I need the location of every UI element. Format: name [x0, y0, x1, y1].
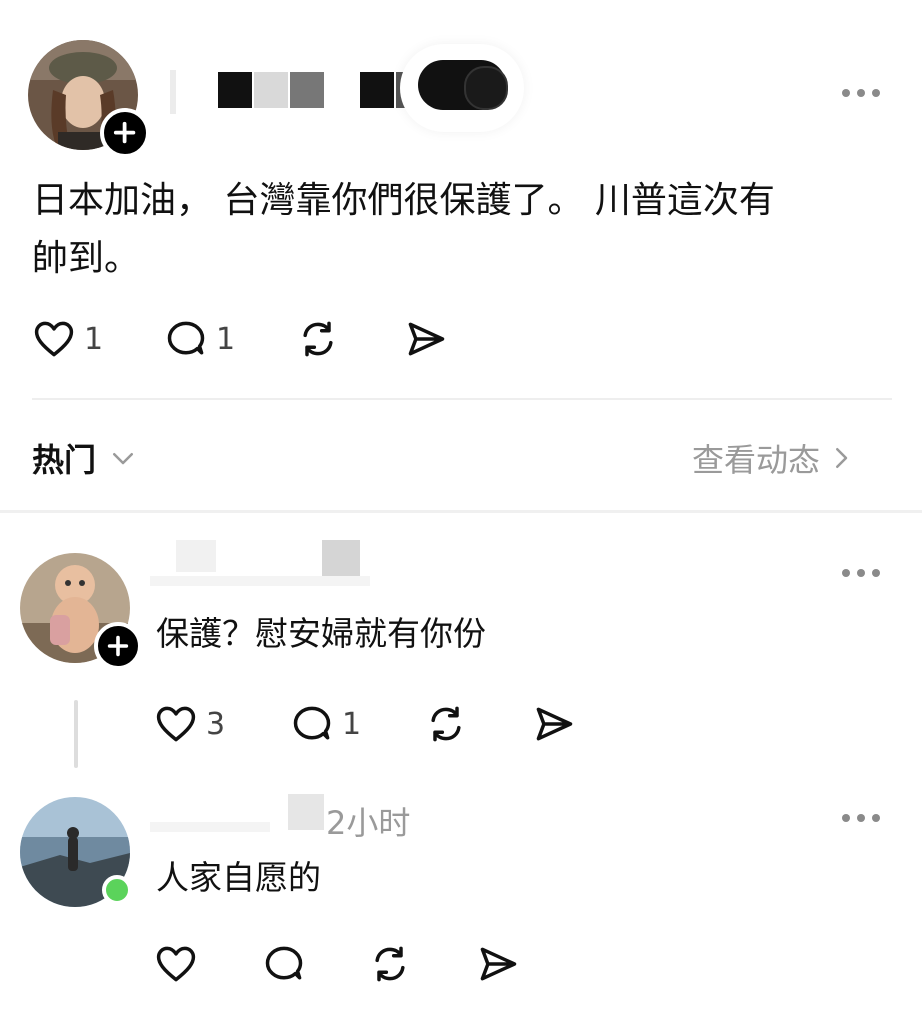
more-dot: [872, 569, 880, 577]
post-repost-button[interactable]: [296, 317, 404, 361]
reply1-share-button[interactable]: [532, 702, 576, 746]
reply2-like-button[interactable]: [154, 942, 262, 986]
reply2-repost-button[interactable]: [368, 942, 476, 986]
comment-icon: [167, 321, 205, 355]
more-dot: [857, 814, 865, 822]
comment-icon: [293, 706, 331, 740]
plus-icon: [114, 122, 136, 144]
more-dot: [842, 814, 850, 822]
heart-icon: [156, 946, 196, 982]
post-reply-count: 1: [216, 321, 236, 357]
reply2-timestamp: 2小时: [326, 804, 411, 842]
section-divider: [0, 510, 922, 513]
send-icon: [480, 947, 517, 981]
view-activity-label: 查看动态: [692, 441, 821, 479]
reply1-like-count: 3: [206, 706, 226, 742]
repost-icon: [431, 706, 461, 742]
send-icon: [408, 322, 445, 356]
online-status-dot: [102, 875, 132, 905]
chevron-down-icon: [113, 453, 134, 465]
more-dot: [857, 569, 865, 577]
post-share-button[interactable]: [404, 317, 448, 361]
sort-label: 热门: [32, 441, 97, 479]
post-like-count: 1: [84, 321, 104, 357]
more-dot: [872, 814, 880, 822]
reply1-more-button[interactable]: [842, 569, 880, 577]
thread-line: [74, 700, 78, 768]
reply1-like-button[interactable]: 3: [154, 702, 290, 746]
post-like-button[interactable]: 1: [32, 317, 164, 361]
send-icon: [536, 707, 573, 741]
reply1-reply-count: 1: [342, 706, 362, 742]
reply2-reply-button[interactable]: [262, 942, 368, 986]
more-dot: [842, 569, 850, 577]
follow-author-button[interactable]: [100, 108, 150, 158]
post-divider: [32, 398, 892, 400]
view-activity-link[interactable]: 查看动态: [692, 435, 856, 481]
post-actions: 1 1: [32, 315, 448, 363]
heart-icon: [156, 706, 196, 742]
post-more-button[interactable]: [842, 89, 880, 97]
post-reply-button[interactable]: 1: [164, 317, 296, 361]
sort-dropdown[interactable]: 热门: [32, 435, 138, 481]
reply2-more-button[interactable]: [842, 814, 880, 822]
heart-icon: [34, 321, 74, 357]
comment-icon: [265, 946, 303, 980]
reply2-text: 人家自愿的: [156, 858, 321, 897]
repost-icon: [375, 946, 405, 982]
follow-reply1-button[interactable]: [94, 622, 142, 670]
reply1-actions: 3 1: [154, 700, 576, 748]
more-dot: [842, 89, 850, 97]
more-dot: [857, 89, 865, 97]
plus-icon: [107, 635, 129, 657]
reply1-reply-button[interactable]: 1: [290, 702, 424, 746]
reply2-share-button[interactable]: [476, 942, 520, 986]
repost-icon: [303, 321, 333, 357]
chevron-right-icon: [836, 448, 848, 468]
more-dot: [872, 89, 880, 97]
reply2-actions: [154, 940, 520, 988]
post-text-line-2: 帥到。: [32, 238, 141, 279]
reply1-repost-button[interactable]: [424, 702, 532, 746]
post-text-line-1: 日本加油， 台灣靠你們很保護了。 川普這次有: [32, 180, 775, 221]
reply1-text: 保護？慰安婦就有你份: [156, 614, 486, 653]
